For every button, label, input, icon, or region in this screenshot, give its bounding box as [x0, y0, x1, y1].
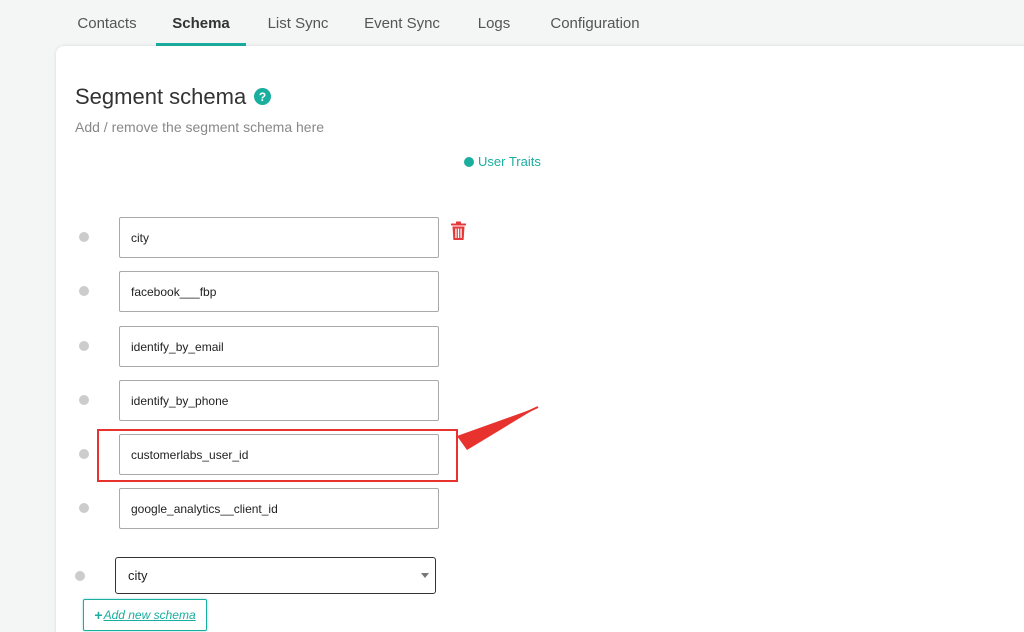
tab-list-sync[interactable]: List Sync [262, 0, 334, 46]
legend-dot-icon [464, 156, 474, 167]
row-indicator-icon [79, 286, 89, 296]
tab-contacts[interactable]: Contacts [71, 0, 143, 46]
page-title: Segment schema [75, 84, 247, 109]
annotation-highlight-box [97, 429, 458, 482]
tab-event-sync[interactable]: Event Sync [360, 0, 444, 46]
row-indicator-icon [79, 341, 89, 351]
page-subtitle: Add / remove the segment schema here [75, 119, 325, 135]
annotation-arrow-icon [457, 406, 539, 450]
schema-field-2[interactable]: facebook___fbp [119, 271, 439, 312]
row-indicator-icon [75, 571, 85, 581]
schema-field-4[interactable]: identify_by_phone [119, 380, 439, 421]
tab-bar: Contacts Schema List Sync Event Sync Log… [0, 0, 1024, 46]
add-new-schema-label: Add new schema [103, 608, 196, 622]
row-indicator-icon [79, 395, 89, 405]
row-indicator-icon [79, 232, 89, 242]
legend-user-traits: User Traits [464, 154, 541, 169]
question-circle-icon[interactable]: ? [254, 88, 271, 105]
schema-field-3[interactable]: identify_by_email [119, 326, 439, 367]
plus-icon: + [94, 607, 103, 623]
legend-label: User Traits [478, 154, 541, 169]
caret-down-icon [421, 573, 429, 578]
row-indicator-icon [79, 449, 89, 459]
schema-field-1[interactable]: city [119, 217, 439, 258]
tab-schema[interactable]: Schema [156, 0, 246, 46]
tab-configuration[interactable]: Configuration [546, 0, 644, 46]
row-indicator-icon [79, 503, 89, 513]
add-new-schema-button[interactable]: + Add new schema [83, 599, 207, 631]
trash-icon[interactable] [450, 221, 467, 241]
new-schema-select[interactable]: city [115, 557, 436, 594]
schema-field-6[interactable]: google_analytics__client_id [119, 488, 439, 529]
tab-logs[interactable]: Logs [471, 0, 517, 46]
select-value: city [128, 568, 148, 583]
